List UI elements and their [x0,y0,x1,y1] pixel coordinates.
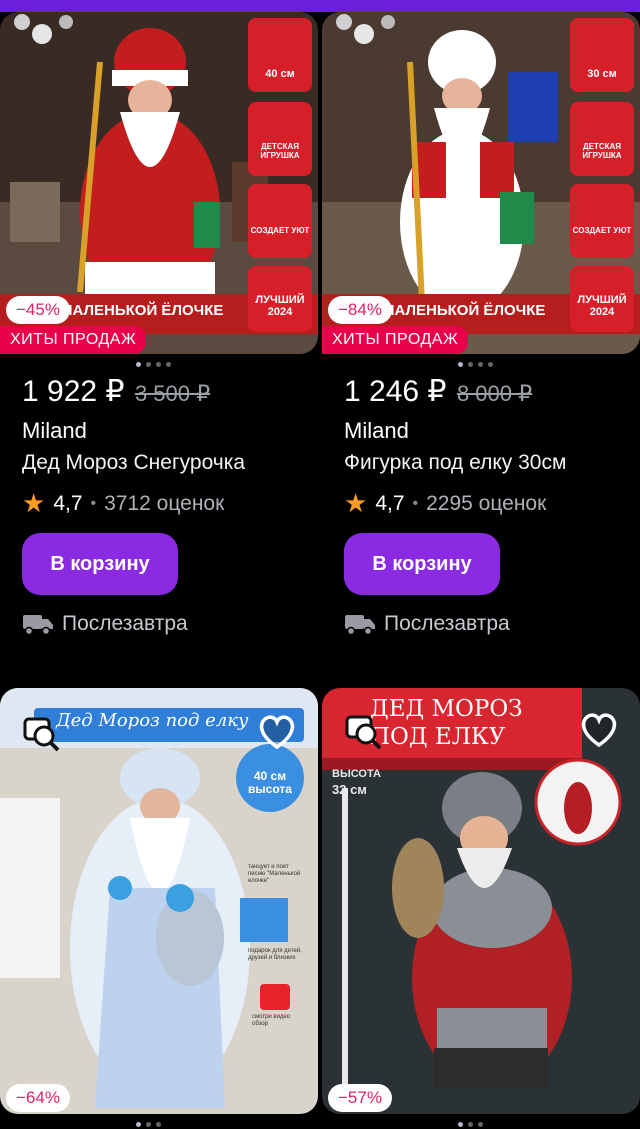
image-search-icon[interactable] [344,712,384,752]
height-value: 32 см [332,782,367,797]
product-card[interactable]: МАЛЕНЬКОЙ ЁЛОЧКЕ 30 см ДЕТСКАЯ ИГРУШКА С… [322,0,640,660]
toy-badge: ДЕТСКАЯ ИГРУШКА [582,142,622,160]
brand-name[interactable]: Miland [344,418,409,444]
size-badge: 30 см [587,68,617,80]
old-price: 8 000 ₽ [456,381,533,406]
image-pager [458,362,493,368]
pager-dot [478,362,483,367]
add-to-cart-button[interactable]: В корзину [344,533,500,595]
pager-dot [136,1122,141,1127]
image-banner-text: Дед Мороз под елку [56,710,249,731]
rating-row[interactable]: ★ 4,7 • 2295 оценок [344,488,546,519]
pager-dot [458,362,463,367]
delivery-info: Послезавтра [22,612,188,636]
price-row: 1 246 ₽ 8 000 ₽ [344,374,532,414]
bottom-pager-right [458,1122,483,1127]
height-label: ВЫСОТА [332,768,381,780]
bottom-pager-left [136,1122,161,1127]
delivery-info: Послезавтра [344,612,510,636]
star-icon: ★ [22,488,46,518]
reviews-count: 3712 оценок [104,491,225,515]
pager-dot [458,1122,463,1127]
separator-dot: • [90,494,97,512]
star-icon: ★ [344,488,368,518]
image-search-icon[interactable] [22,714,62,754]
image-banner-title: ДЕД МОРОЗ [370,696,523,722]
pager-dot [488,362,493,367]
brand-name[interactable]: Miland [22,418,87,444]
bestseller-badge: ХИТЫ ПРОДАЖ [0,326,147,354]
reviews-count: 2295 оценок [426,491,547,515]
toy-badge: ДЕТСКАЯ ИГРУШКА [260,142,300,160]
product-card[interactable]: ДЕД МОРОЗ ПОД ЕЛКУ ВЫСОТА 32 см −57% [322,688,640,1129]
price-row: 1 922 ₽ 3 500 ₽ [22,374,210,414]
rating-value: 4,7 [53,491,83,515]
height-badge: 40 см высота [248,769,292,797]
bestseller-badge: ХИТЫ ПРОДАЖ [322,326,469,354]
product-title[interactable]: Фигурка под елку 30см [344,451,622,475]
best-badge: ЛУЧШИЙ 2024 [577,294,627,318]
favorite-heart-icon[interactable] [578,710,620,750]
pager-dot [468,362,473,367]
pager-dot [156,362,161,367]
pager-dot [136,362,141,367]
truck-icon [345,615,375,636]
delivery-text: Послезавтра [384,612,510,635]
product-card[interactable]: Дед Мороз под елку 40 см высота танцует … [0,688,318,1129]
discount-badge: −57% [328,1084,392,1112]
delivery-text: Послезавтра [62,612,188,635]
discount-badge: −45% [6,296,70,324]
pager-dot [146,362,151,367]
product-title[interactable]: Дед Мороз Снегурочка [22,451,300,475]
image-pager [136,362,171,368]
price: 1 246 ₽ [344,375,447,408]
favorite-heart-icon[interactable] [256,712,298,752]
image-banner-subtitle: ПОД ЕЛКУ [370,724,506,750]
separator-dot: • [412,494,419,512]
cozy-badge: СОЗДАЕТ УЮТ [250,226,310,235]
add-to-cart-button[interactable]: В корзину [22,533,178,595]
feature-gift: подарок для детей, друзей и близких [248,948,302,962]
old-price: 3 500 ₽ [134,381,211,406]
feature-song: танцует и поет песню "Маленькой елочке" [248,864,301,885]
cozy-badge: СОЗДАЕТ УЮТ [572,226,632,235]
discount-badge: −84% [328,296,392,324]
feature-video: смотри видео обзор [252,1014,291,1028]
price: 1 922 ₽ [22,375,125,408]
product-card[interactable]: МАЛЕНЬКОЙ ЁЛОЧКЕ 40 см ДЕТСКАЯ ИГРУШКА С… [0,0,318,660]
rating-value: 4,7 [375,491,405,515]
size-badge: 40 см [265,68,295,80]
pager-dot [468,1122,473,1127]
discount-badge: −64% [6,1084,70,1112]
truck-icon [23,615,53,636]
pager-dot [146,1122,151,1127]
rating-row[interactable]: ★ 4,7 • 3712 оценок [22,488,224,519]
image-banner-text: МАЛЕНЬКОЙ ЁЛОЧКЕ [60,302,224,319]
image-banner-text: МАЛЕНЬКОЙ ЁЛОЧКЕ [382,302,546,319]
pager-dot [478,1122,483,1127]
pager-dot [156,1122,161,1127]
pager-dot [166,362,171,367]
best-badge: ЛУЧШИЙ 2024 [255,294,305,318]
